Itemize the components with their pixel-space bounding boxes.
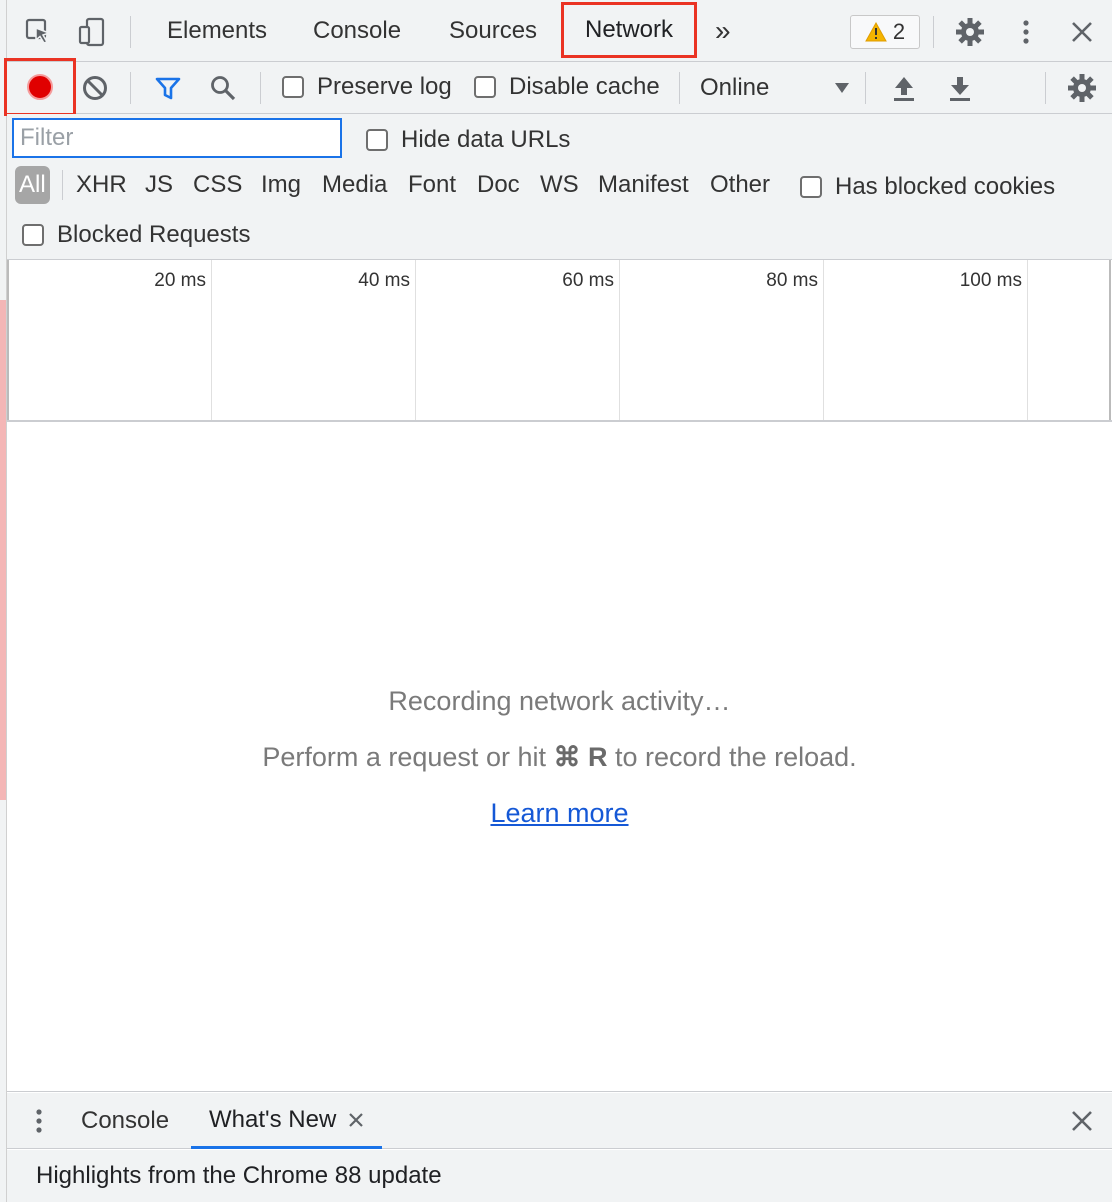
divider (1045, 72, 1046, 104)
type-filter-manifest[interactable]: Manifest (596, 166, 691, 204)
drawer-tab-console[interactable]: Console (81, 1093, 169, 1149)
timeline-tick-label: 100 ms (959, 270, 1022, 291)
warnings-count: 2 (892, 19, 906, 44)
divider (62, 170, 63, 200)
timeline-gridline (211, 260, 212, 420)
tab-network[interactable]: Network (561, 2, 698, 58)
more-options-icon[interactable] (1008, 14, 1044, 50)
throttling-value: Online (700, 74, 770, 101)
inspect-element-icon[interactable] (21, 14, 57, 50)
more-tabs-button[interactable]: » (715, 0, 731, 62)
timeline-tick-label: 60 ms (562, 270, 614, 291)
drawer-tab-whats-new-label: What's New (209, 1105, 337, 1133)
search-icon[interactable] (205, 70, 241, 106)
type-filter-img[interactable]: Img (259, 166, 303, 204)
timeline-gridline (415, 260, 416, 420)
device-toolbar-icon[interactable] (74, 14, 110, 50)
timeline-gridline (1109, 260, 1111, 420)
drawer-tab-bar: Console What's New (7, 1093, 1112, 1149)
learn-more-container: Learn more (7, 798, 1112, 829)
drawer-tab-whats-new[interactable]: What's New (191, 1093, 383, 1149)
hide-data-urls-label: Hide data URLs (401, 126, 571, 153)
record-icon (27, 74, 53, 100)
type-filter-js[interactable]: JS (143, 166, 175, 204)
disable-cache-label: Disable cache (509, 73, 660, 100)
hide-data-urls-checkbox[interactable]: Hide data URLs (366, 126, 570, 154)
highlights-heading: Highlights from the Chrome 88 update (36, 1162, 442, 1189)
disable-cache-checkbox[interactable]: Disable cache (474, 73, 660, 101)
devtools-tab-bar: Elements Console Sources Network » 2 (7, 0, 1112, 62)
checkbox[interactable] (22, 224, 44, 246)
checkbox[interactable] (366, 129, 388, 151)
divider (865, 72, 866, 104)
preserve-log-label: Preserve log (317, 73, 452, 100)
network-settings-gear-icon[interactable] (1064, 70, 1100, 106)
blocked-requests-label: Blocked Requests (57, 221, 251, 248)
close-tab-icon[interactable] (348, 1112, 364, 1128)
type-filter-doc[interactable]: Doc (475, 166, 522, 204)
whats-new-panel: Highlights from the Chrome 88 update (7, 1150, 1112, 1202)
timeline-gridline (7, 260, 9, 420)
warning-icon (865, 22, 887, 42)
settings-gear-icon[interactable] (952, 14, 988, 50)
checkbox[interactable] (800, 176, 822, 198)
type-filter-all[interactable]: All (15, 166, 50, 204)
drawer-menu-icon[interactable] (21, 1103, 57, 1139)
type-filter-css[interactable]: CSS (191, 166, 244, 204)
timeline-tick-label: 40 ms (358, 270, 410, 291)
checkbox[interactable] (474, 76, 496, 98)
timeline-gridline (823, 260, 824, 420)
filter-icon[interactable] (150, 70, 186, 106)
divider (260, 72, 261, 104)
close-icon[interactable] (1064, 14, 1100, 50)
timeline-gridline (619, 260, 620, 420)
close-drawer-icon[interactable] (1064, 1103, 1100, 1139)
has-blocked-cookies-checkbox[interactable]: Has blocked cookies (800, 173, 1055, 201)
type-filter-xhr[interactable]: XHR (74, 166, 129, 204)
timeline-gridline (1027, 260, 1028, 420)
filter-input[interactable] (12, 118, 342, 158)
left-edge (0, 0, 7, 1202)
divider (130, 16, 131, 48)
type-filter-other[interactable]: Other (708, 166, 772, 204)
timeline-overview[interactable]: 20 ms 40 ms 60 ms 80 ms 100 ms (7, 260, 1112, 422)
checkbox[interactable] (282, 76, 304, 98)
tab-console[interactable]: Console (313, 0, 401, 62)
divider (130, 72, 131, 104)
reload-shortcut: ⌘ R (553, 742, 608, 772)
has-blocked-cookies-label: Has blocked cookies (835, 173, 1056, 200)
reload-hint-suffix: to record the reload. (615, 742, 857, 772)
network-toolbar: Preserve log Disable cache Online (4, 58, 1112, 116)
tab-elements[interactable]: Elements (167, 0, 267, 62)
tab-sources[interactable]: Sources (449, 0, 537, 62)
blocked-requests-checkbox[interactable]: Blocked Requests (22, 221, 250, 249)
clear-icon[interactable] (77, 70, 113, 106)
timeline-tick-label: 80 ms (766, 270, 818, 291)
throttling-select[interactable]: Online (700, 72, 850, 104)
reload-hint-prefix: Perform a request or hit (262, 742, 546, 772)
type-filter-font[interactable]: Font (406, 166, 458, 204)
import-har-icon[interactable] (886, 70, 922, 106)
record-button[interactable] (4, 58, 76, 116)
export-har-icon[interactable] (942, 70, 978, 106)
recording-message: Recording network activity… (388, 686, 731, 716)
warnings-counter[interactable]: 2 (850, 15, 920, 49)
request-list-empty: Recording network activity… Perform a re… (7, 422, 1112, 1092)
divider (679, 72, 680, 104)
timeline-tick-label: 20 ms (154, 270, 206, 291)
type-filter-ws[interactable]: WS (538, 166, 581, 204)
learn-more-link[interactable]: Learn more (490, 798, 628, 828)
reload-hint: Perform a request or hit ⌘ R to record t… (7, 742, 1112, 773)
divider (933, 16, 934, 48)
dropdown-arrow-icon (835, 83, 849, 93)
page-edge-strip (0, 300, 6, 800)
filter-bar: Hide data URLs All XHR JS CSS Img Media … (7, 114, 1112, 260)
type-filter-media[interactable]: Media (320, 166, 389, 204)
preserve-log-checkbox[interactable]: Preserve log (282, 73, 452, 101)
